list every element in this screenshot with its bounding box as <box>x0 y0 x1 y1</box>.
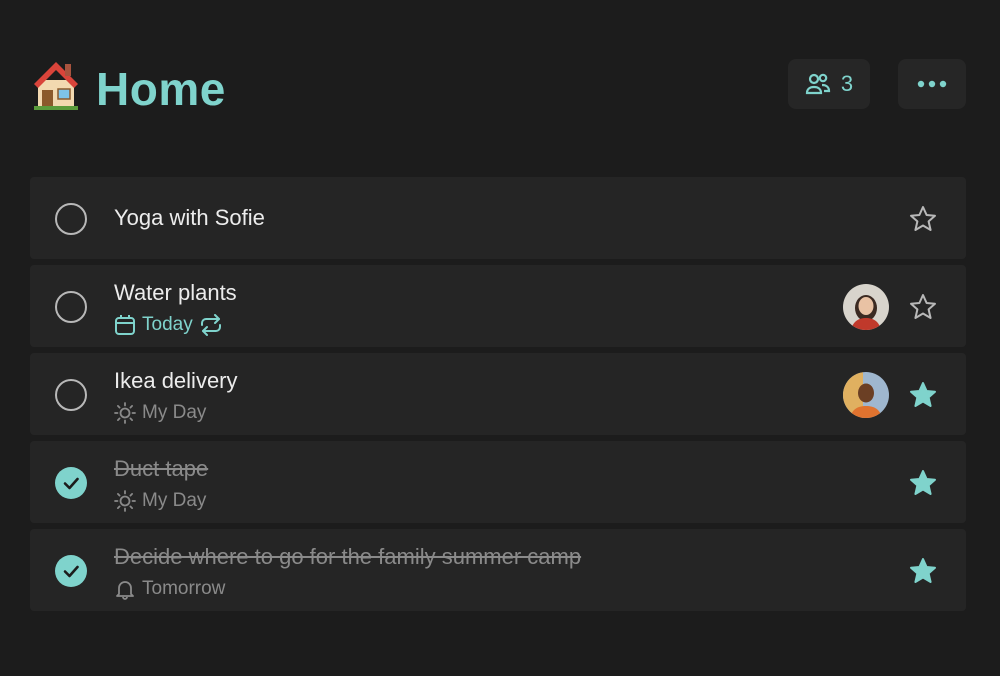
share-count: 3 <box>840 71 854 96</box>
bell-icon <box>116 581 134 600</box>
people-icon <box>805 73 830 95</box>
task-title: Ikea delivery <box>114 368 238 393</box>
assignee-avatar[interactable] <box>843 284 889 330</box>
star-filled-icon[interactable] <box>908 380 938 410</box>
task-row[interactable]: Ikea delivery My Day <box>30 353 966 435</box>
star-outline-icon[interactable] <box>908 204 938 234</box>
completed-checkbox[interactable] <box>54 466 88 500</box>
avatar-image <box>843 372 889 418</box>
task-row[interactable]: Decide where to go for the family summer… <box>30 529 966 611</box>
list-header: Home 3 <box>30 52 966 128</box>
reminder-label: Tomorrow <box>142 578 226 599</box>
complete-checkbox[interactable] <box>54 378 88 412</box>
page-title: Home <box>96 63 226 115</box>
my-day-label: My Day <box>142 490 207 511</box>
star-outline-icon[interactable] <box>908 292 938 322</box>
avatar-image <box>843 284 889 330</box>
completed-checkbox[interactable] <box>54 554 88 588</box>
my-day-label: My Day <box>142 402 207 423</box>
share-button[interactable]: 3 <box>788 59 870 109</box>
task-title: Yoga with Sofie <box>114 205 265 230</box>
more-dots-icon <box>917 80 947 88</box>
assignee-avatar[interactable] <box>843 372 889 418</box>
star-filled-icon[interactable] <box>908 556 938 586</box>
task-row[interactable]: Duct tape My Day <box>30 441 966 523</box>
sun-icon <box>114 402 136 424</box>
task-row[interactable]: Water plants Today <box>30 265 966 347</box>
task-title: Water plants <box>114 280 237 305</box>
due-date-meta: Today <box>114 312 223 338</box>
task-title: Duct tape <box>114 456 209 481</box>
house-icon <box>34 62 78 110</box>
star-filled-icon[interactable] <box>908 468 938 498</box>
task-row[interactable]: Yoga with Sofie <box>30 177 966 259</box>
task-list: Yoga with Sofie Water plants Today Ikea … <box>30 177 966 617</box>
sun-icon <box>114 490 136 512</box>
complete-checkbox[interactable] <box>54 290 88 324</box>
calendar-icon <box>115 315 135 335</box>
repeat-icon <box>200 314 221 336</box>
reminder-meta: Tomorrow <box>114 576 225 602</box>
more-options-button[interactable] <box>898 59 966 109</box>
my-day-meta: My Day <box>114 400 206 426</box>
my-day-meta: My Day <box>114 488 206 514</box>
complete-checkbox[interactable] <box>54 202 88 236</box>
task-title: Decide where to go for the family summer… <box>114 544 582 569</box>
due-date-label: Today <box>142 314 193 335</box>
